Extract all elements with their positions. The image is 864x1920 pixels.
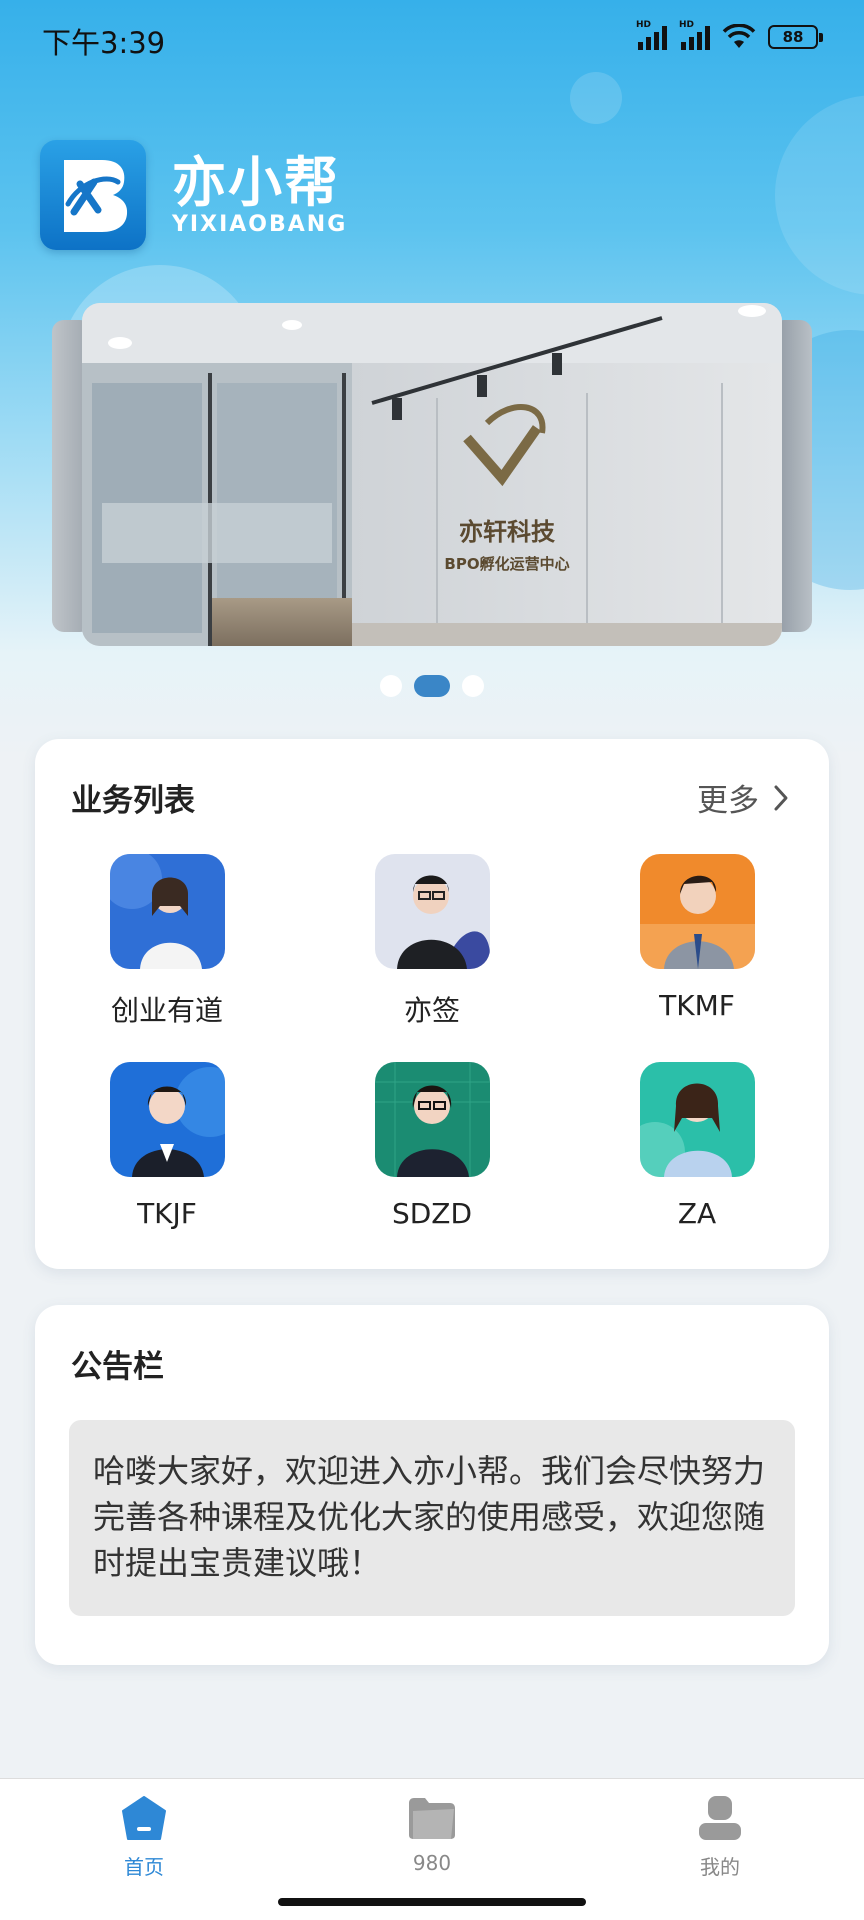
home-indicator	[278, 1898, 586, 1906]
carousel-dot[interactable]	[380, 675, 402, 697]
business-avatar	[374, 854, 490, 969]
business-label: 创业有道	[110, 994, 223, 1027]
business-list-title: 业务列表	[71, 783, 195, 819]
business-avatar	[374, 1062, 490, 1177]
nav-label: 980	[412, 1851, 452, 1875]
notice-board-card: 公告栏 哈喽大家好，欢迎进入亦小帮。我们会尽快努力完善各种课程及优化大家的使用感…	[35, 1305, 829, 1665]
home-icon	[122, 1796, 166, 1840]
brand-name-en: YIXIAOBANG	[172, 212, 348, 237]
logo-icon	[40, 140, 146, 250]
nav-tab-home[interactable]: 首页	[69, 1795, 219, 1880]
brand-logo: 亦小帮 YIXIAOBANG	[40, 140, 347, 250]
nav-label: 首页	[124, 1855, 164, 1879]
business-item[interactable]: ZA	[597, 1062, 797, 1230]
business-item[interactable]: 创业有道	[67, 854, 267, 1029]
business-avatar	[109, 1062, 225, 1177]
business-item[interactable]: TKMF	[597, 854, 797, 1022]
status-time: 下午3:39	[42, 26, 166, 60]
brand-name-cn: 亦小帮	[172, 151, 340, 214]
decor-bubble	[570, 72, 622, 124]
chevron-right-icon	[774, 785, 788, 810]
business-avatar	[639, 854, 755, 969]
folder-icon	[409, 1798, 455, 1839]
banner-company-text: 亦轩科技	[459, 518, 556, 546]
status-icons: HD HD 88	[636, 20, 823, 50]
business-label: TKMF	[659, 989, 735, 1022]
wifi-icon	[722, 24, 756, 48]
business-label: SDZD	[391, 1197, 473, 1230]
nav-tab-980[interactable]: 980	[357, 1795, 507, 1875]
carousel-banner[interactable]: 亦轩科技 BPO孵化运营中心	[82, 303, 782, 646]
banner-subtitle-text: BPO孵化运营中心	[444, 555, 569, 573]
business-label: TKJF	[137, 1197, 197, 1230]
business-item[interactable]: 亦签	[332, 854, 532, 1029]
banner-image: 亦轩科技 BPO孵化运营中心	[82, 303, 782, 646]
business-label: ZA	[677, 1197, 717, 1230]
business-list-card: 业务列表 更多 创业有道 亦签 TKMF TKJF SDZD ZA	[35, 739, 829, 1269]
business-item[interactable]: SDZD	[332, 1062, 532, 1230]
cellular-signal-icon: HD	[636, 20, 667, 50]
status-bar: 下午3:39 HD HD 88	[0, 0, 864, 76]
carousel-dot-active[interactable]	[414, 675, 450, 697]
decor-bubble	[775, 95, 864, 295]
user-icon	[699, 1796, 741, 1840]
hd-label: HD	[636, 20, 652, 30]
nav-label: 我的	[700, 1855, 740, 1879]
nav-tab-profile[interactable]: 我的	[645, 1795, 795, 1880]
business-label: 亦签	[403, 994, 460, 1027]
hd-label: HD	[679, 20, 695, 30]
more-label: 更多	[697, 783, 759, 819]
carousel-dot[interactable]	[462, 675, 484, 697]
cellular-signal-icon: HD	[679, 20, 710, 50]
business-avatar	[109, 854, 225, 969]
business-avatar	[639, 1062, 755, 1177]
battery-level: 88	[782, 28, 804, 46]
notice-content: 哈喽大家好，欢迎进入亦小帮。我们会尽快努力完善各种课程及优化大家的使用感受，欢迎…	[69, 1420, 795, 1616]
business-item[interactable]: TKJF	[67, 1062, 267, 1230]
notice-board-title: 公告栏	[71, 1349, 164, 1385]
carousel-indicator	[0, 675, 864, 697]
logo-text: 亦小帮 YIXIAOBANG	[172, 153, 347, 237]
battery-icon: 88	[768, 25, 823, 49]
more-button[interactable]: 更多	[697, 775, 789, 820]
